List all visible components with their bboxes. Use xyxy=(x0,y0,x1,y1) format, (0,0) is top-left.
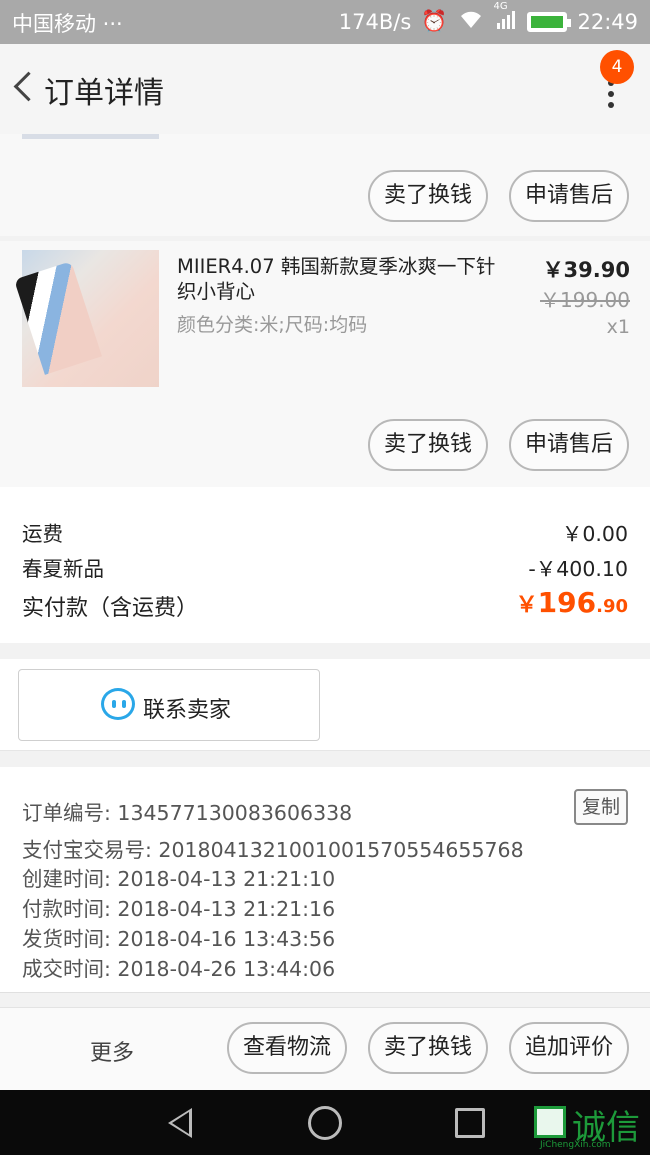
chat-icon xyxy=(101,688,135,720)
network-type: 4G xyxy=(493,1,508,12)
signal-icon: 4G xyxy=(493,1,517,34)
product-quantity: x1 xyxy=(606,316,630,338)
shipping-value: ￥0.00 xyxy=(561,522,628,546)
alarm-icon: ⏰ xyxy=(421,9,448,33)
shipping-label: 运费 xyxy=(22,522,63,546)
product-thumbnail[interactable] xyxy=(22,250,159,387)
total-integer: 196 xyxy=(537,586,597,619)
after-sale-button-2[interactable]: 申请售后 xyxy=(509,419,629,471)
product-price: ￥39.90 xyxy=(542,258,630,282)
nav-back-icon[interactable] xyxy=(168,1108,192,1138)
discount-value: -￥400.10 xyxy=(528,557,628,581)
page-title: 订单详情 xyxy=(44,76,164,111)
product-original-price: ￥199.00 xyxy=(540,288,630,312)
total-value: ￥196.90 xyxy=(516,586,628,619)
sell-button-bottom[interactable]: 卖了换钱 xyxy=(368,1022,488,1074)
back-arrow-icon[interactable] xyxy=(8,68,38,108)
more-button[interactable]: 更多 xyxy=(90,1035,134,1067)
shipped-time: 发货时间: 2018-04-16 13:43:56 xyxy=(22,927,336,951)
alipay-number: 支付宝交易号: 2018041321001001570554655768 xyxy=(22,838,524,862)
nav-recent-apps-icon[interactable] xyxy=(455,1108,485,1138)
total-decimal: .90 xyxy=(596,596,628,617)
order-number: 订单编号: 134577130083606338 xyxy=(22,801,353,825)
status-bar: 中国移动 ··· 174B/s ⏰ 4G 22:49 xyxy=(0,0,650,44)
product-sku: 颜色分类:米;尺码:均码 xyxy=(177,314,368,336)
view-logistics-button[interactable]: 查看物流 xyxy=(227,1022,347,1074)
shipping-row: 运费 ￥0.00 xyxy=(22,517,628,547)
watermark-site: JiChengXin.com xyxy=(540,1140,611,1150)
watermark-logo: 诚信 JiChengXin.com xyxy=(532,1098,650,1155)
product-thumbnail xyxy=(22,134,159,139)
contact-seller-button[interactable]: 联系卖家 xyxy=(18,669,320,741)
total-label: 实付款（含运费） xyxy=(22,596,199,621)
network-speed: 174B/s xyxy=(338,9,412,34)
created-time: 创建时间: 2018-04-13 21:21:10 xyxy=(22,867,336,891)
copy-button[interactable]: 复制 xyxy=(574,789,628,825)
watermark-icon xyxy=(534,1106,566,1138)
product-name[interactable]: MIIER4.07 韩国新款夏季冰爽一下针织小背心 xyxy=(177,254,497,304)
more-options-icon[interactable] xyxy=(608,80,616,110)
clock: 22:49 xyxy=(577,9,638,34)
total-currency: ￥ xyxy=(515,593,538,618)
header: 订单详情 4 xyxy=(0,44,650,134)
sell-button-2[interactable]: 卖了换钱 xyxy=(368,419,488,471)
discount-label: 春夏新品 xyxy=(22,557,104,581)
add-review-button[interactable]: 追加评价 xyxy=(509,1022,629,1074)
contact-seller-label: 联系卖家 xyxy=(143,698,232,723)
discount-row: 春夏新品 -￥400.10 xyxy=(22,552,628,582)
wifi-icon xyxy=(457,8,485,35)
battery-icon xyxy=(527,11,572,32)
nav-home-icon[interactable] xyxy=(308,1106,342,1140)
paid-time: 付款时间: 2018-04-13 21:21:16 xyxy=(22,897,336,921)
after-sale-button-1[interactable]: 申请售后 xyxy=(509,170,629,222)
notification-badge: 4 xyxy=(600,50,634,84)
sell-button-1[interactable]: 卖了换钱 xyxy=(368,170,488,222)
carrier-label: 中国移动 ··· xyxy=(12,12,123,36)
completed-time: 成交时间: 2018-04-26 13:44:06 xyxy=(22,957,336,981)
